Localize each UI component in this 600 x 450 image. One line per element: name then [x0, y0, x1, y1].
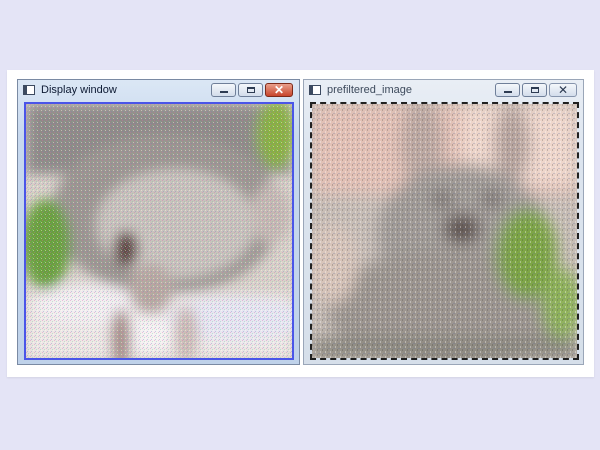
- minimize-button[interactable]: [211, 83, 236, 97]
- minimize-icon: [504, 91, 512, 93]
- prefiltered-image-window[interactable]: prefiltered_image ✕: [303, 79, 584, 365]
- display-window[interactable]: Display window ✕: [17, 79, 300, 365]
- image-canvas[interactable]: [24, 102, 294, 360]
- title-bar[interactable]: prefiltered_image ✕: [304, 80, 583, 101]
- rabbit-image-rotated: [26, 104, 292, 358]
- image-canvas[interactable]: [310, 102, 579, 360]
- close-icon: ✕: [557, 83, 569, 97]
- maximize-icon: [247, 87, 255, 93]
- title-bar[interactable]: Display window ✕: [18, 80, 299, 101]
- window-app-icon: [23, 85, 35, 95]
- window-app-icon: [309, 85, 321, 95]
- rabbit-image-blurred: [312, 104, 577, 358]
- close-button[interactable]: ✕: [549, 83, 577, 97]
- close-button[interactable]: ✕: [265, 83, 293, 97]
- maximize-icon: [531, 87, 539, 93]
- minimize-icon: [220, 91, 228, 93]
- maximize-button[interactable]: [238, 83, 263, 97]
- window-controls: ✕: [211, 83, 293, 97]
- window-title: Display window: [41, 84, 117, 96]
- window-controls: ✕: [495, 83, 577, 97]
- window-title: prefiltered_image: [327, 84, 412, 96]
- minimize-button[interactable]: [495, 83, 520, 97]
- close-icon: ✕: [273, 83, 285, 97]
- maximize-button[interactable]: [522, 83, 547, 97]
